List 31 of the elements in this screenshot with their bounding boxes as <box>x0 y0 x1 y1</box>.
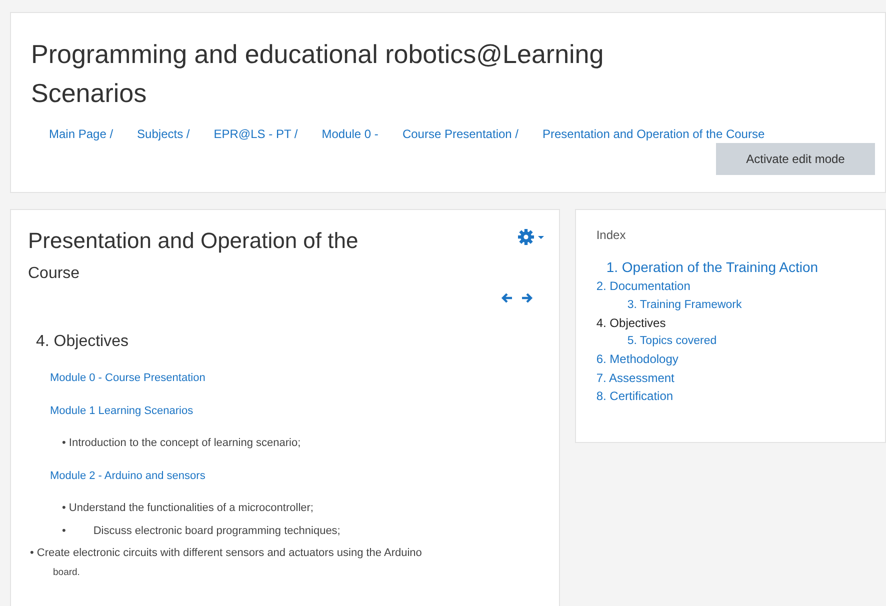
breadcrumb-link[interactable]: Main Page / <box>49 125 114 143</box>
index-link[interactable]: 3. Training Framework <box>596 298 875 313</box>
index-link[interactable]: 5. Topics covered <box>596 334 875 350</box>
page-title: Presentation and Operation of the <box>28 228 358 254</box>
index-link[interactable]: 1. Operation of the Training Action <box>596 258 875 276</box>
breadcrumb-link[interactable]: Subjects / <box>137 125 190 143</box>
breadcrumb-link[interactable]: EPR@LS - PT / <box>214 125 298 143</box>
page-subtitle: Course <box>28 264 81 284</box>
breadcrumb-link[interactable]: Presentation and Operation of the Course <box>542 125 765 143</box>
module-link[interactable]: Module 2 - Arduino and sensors <box>28 468 546 484</box>
back-arrow-icon[interactable] <box>501 292 514 304</box>
edit-mode-button[interactable]: Activate edit mode <box>716 143 875 175</box>
index-link[interactable]: 8. Certification <box>596 389 875 406</box>
index-link[interactable]: 7. Assessment <box>596 370 875 386</box>
section-heading: 4. Objectives <box>36 332 130 352</box>
index-title: Index <box>596 227 627 244</box>
index-link[interactable]: 6. Methodology <box>596 352 875 368</box>
breadcrumb-link[interactable]: Course Presentation / <box>402 125 518 143</box>
breadcrumb-link[interactable]: Module 0 - <box>322 125 378 143</box>
bullet-item: • Introduction to the concept of learning scenario; <box>61 436 302 452</box>
forward-arrow-icon[interactable] <box>521 292 534 304</box>
module-link[interactable]: Module 0 - Course Presentation <box>28 370 546 387</box>
bullet-continuation: board. <box>52 566 81 580</box>
bullet-item: • Discuss electronic board programming techniques; <box>61 524 342 539</box>
bullet-item: • Understand the functionalities of a microcontroller; <box>61 501 314 516</box>
course-title: Programming and educational robotics@Learning Scenarios <box>31 38 605 110</box>
index-link[interactable]: 2. Documentation <box>596 279 875 295</box>
bullet-item: • Create electronic circuits with different sensors and actuators using the Arduino <box>29 546 423 562</box>
index-link[interactable]: 4. Objectives <box>596 316 875 332</box>
settings-icon[interactable] <box>517 228 546 246</box>
module-link[interactable]: Module 1 Learning Scenarios <box>28 402 546 420</box>
